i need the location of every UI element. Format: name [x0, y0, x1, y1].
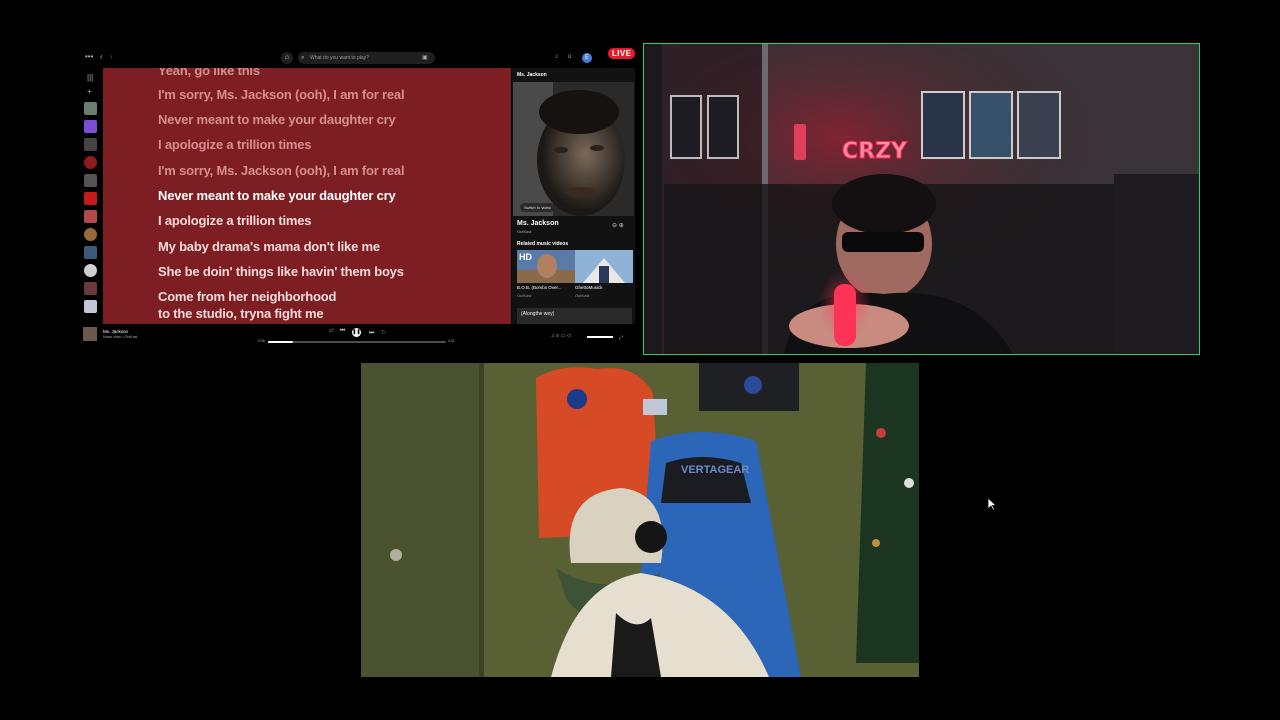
webcam-streamer-2: VERTAGEAR — [361, 363, 919, 677]
mouse-cursor-icon — [987, 497, 997, 511]
lyric-line-active[interactable]: Never meant to make your daughter cry — [158, 187, 396, 204]
library-item[interactable] — [84, 210, 97, 223]
back-icon[interactable]: ‹ — [100, 52, 103, 62]
library-item[interactable] — [84, 228, 97, 241]
lyric-line[interactable]: My baby drama's mama don't like me — [158, 238, 380, 255]
lyric-line[interactable]: She be doin' things like havin' them boy… — [158, 263, 404, 280]
webcam-streamer-1: CRZY — [643, 43, 1200, 355]
library-item[interactable] — [84, 264, 97, 277]
player-extra-icons: ♫ ≡ ▭ ◁ — [551, 333, 570, 339]
time-elapsed: 0:36 — [258, 339, 265, 343]
now-playing-header: Ms. Jackson — [517, 72, 547, 78]
library-item[interactable] — [84, 300, 97, 313]
lyric-line[interactable]: I apologize a trillion times — [158, 212, 312, 229]
related-title[interactable]: B.O.B. (Bombs Over... — [517, 285, 562, 290]
neon-sign: CRZY — [842, 139, 908, 164]
home-button[interactable]: ⌂ — [281, 52, 293, 64]
lyric-line[interactable]: I apologize a trillion times — [158, 136, 312, 153]
now-playing-actions: ⊖ ⊕ — [612, 222, 624, 229]
chair-logo: VERTAGEAR — [681, 464, 749, 476]
player-sub: Music video • OutKast — [103, 335, 138, 339]
lyric-line[interactable]: I'm sorry, Ms. Jackson (ooh), I am for r… — [158, 162, 405, 179]
now-playing-panel: Ms. Jackson Switch to video Ms. Jackson — [512, 68, 635, 324]
lyric-line[interactable]: Never meant to make your daughter cry — [158, 111, 396, 128]
fullscreen-icon[interactable]: ⤢ — [619, 333, 623, 343]
lyrics-icon[interactable]: ♫ — [551, 333, 555, 339]
player-bar: Ms. Jackson Music video • OutKast ⇄ ⏮ ❚❚… — [81, 324, 635, 349]
now-playing-song[interactable]: Ms. Jackson — [517, 220, 559, 227]
more-icon[interactable]: ••• — [85, 52, 93, 62]
search-input[interactable]: ⌕ What do you want to play? — [298, 52, 435, 64]
library-icon[interactable]: ||| — [87, 73, 93, 83]
previous-icon[interactable]: ⏮ — [340, 328, 345, 334]
more-videos-label: (Alongthe wey) — [521, 311, 555, 317]
repeat-icon[interactable]: ↻ — [381, 328, 386, 338]
add-icon[interactable]: + — [87, 87, 92, 97]
next-icon[interactable]: ⏭ — [369, 328, 374, 338]
spotify-window: ••• ‹ › ⌂ ⌕ What do you want to play? ▣ … — [81, 46, 635, 349]
more-videos-strip[interactable]: (Alongthe wey) — [517, 308, 632, 324]
svg-text:HD: HD — [519, 252, 532, 262]
progress-bar[interactable] — [268, 341, 446, 343]
player-artwork[interactable] — [83, 327, 97, 341]
library-item[interactable] — [84, 102, 97, 115]
queue-icon[interactable]: ≡ — [556, 333, 559, 339]
friends-icon[interactable]: ʊ — [568, 52, 571, 62]
top-bar: ••• ‹ › ⌂ ⌕ What do you want to play? ▣ … — [81, 46, 635, 68]
now-playing-artist[interactable]: OutKast — [517, 229, 531, 234]
lyric-line[interactable]: Come from her neighborhood — [158, 288, 336, 305]
volume-slider[interactable] — [587, 336, 613, 338]
lyric-line[interactable]: Yeah, go like this — [158, 68, 260, 79]
volume-icon[interactable]: ◁ — [567, 333, 571, 339]
avatar[interactable]: E — [582, 53, 592, 63]
library-item[interactable] — [84, 156, 97, 169]
library-item[interactable] — [84, 192, 97, 205]
related-heading: Related music videos — [517, 241, 569, 247]
playback-controls: ⇄ ⏮ — [329, 327, 345, 335]
more-options-icon[interactable]: ⊖ — [612, 223, 617, 229]
library-item[interactable] — [84, 246, 97, 259]
lyric-line[interactable]: to the studio, tryna fight me — [158, 305, 324, 322]
live-badge: LIVE — [608, 48, 635, 59]
forward-icon[interactable]: › — [110, 52, 113, 62]
webcam-1-scene: CRZY — [644, 44, 1199, 354]
library-item[interactable] — [84, 138, 97, 151]
browse-icon[interactable]: ▣ — [422, 54, 428, 61]
switch-to-video-button[interactable]: Switch to video — [520, 203, 555, 212]
progress-fill — [268, 341, 293, 343]
related-title[interactable]: GhettoMusick — [575, 285, 603, 290]
search-icon: ⌕ — [301, 55, 305, 61]
related-artist[interactable]: OutKast — [517, 293, 531, 298]
library-item[interactable] — [84, 174, 97, 187]
play-pause-button[interactable]: ❚❚ — [352, 328, 361, 337]
library-item[interactable] — [84, 120, 97, 133]
related-video-thumbnail[interactable]: HD — [517, 250, 575, 283]
search-placeholder: What do you want to play? — [310, 55, 369, 61]
time-total: 4:31 — [448, 339, 455, 343]
shuffle-icon[interactable]: ⇄ — [329, 328, 334, 334]
player-song[interactable]: Ms. Jackson — [103, 329, 128, 334]
device-icon[interactable]: ▭ — [560, 333, 565, 339]
related-artist[interactable]: OutKast — [575, 293, 589, 298]
related-video-thumbnail[interactable] — [575, 250, 633, 283]
lyrics-panel: Yeah, go like this I'm sorry, Ms. Jackso… — [103, 68, 511, 324]
library-sidebar: ||| + — [81, 68, 100, 324]
webcam-2-scene: VERTAGEAR — [361, 363, 919, 677]
now-playing-artwork — [513, 82, 634, 216]
library-item[interactable] — [84, 282, 97, 295]
lyric-line[interactable]: I'm sorry, Ms. Jackson (ooh), I am for r… — [158, 86, 405, 103]
feed-icon[interactable]: ♪ — [555, 52, 558, 62]
add-icon[interactable]: ⊕ — [619, 223, 624, 229]
